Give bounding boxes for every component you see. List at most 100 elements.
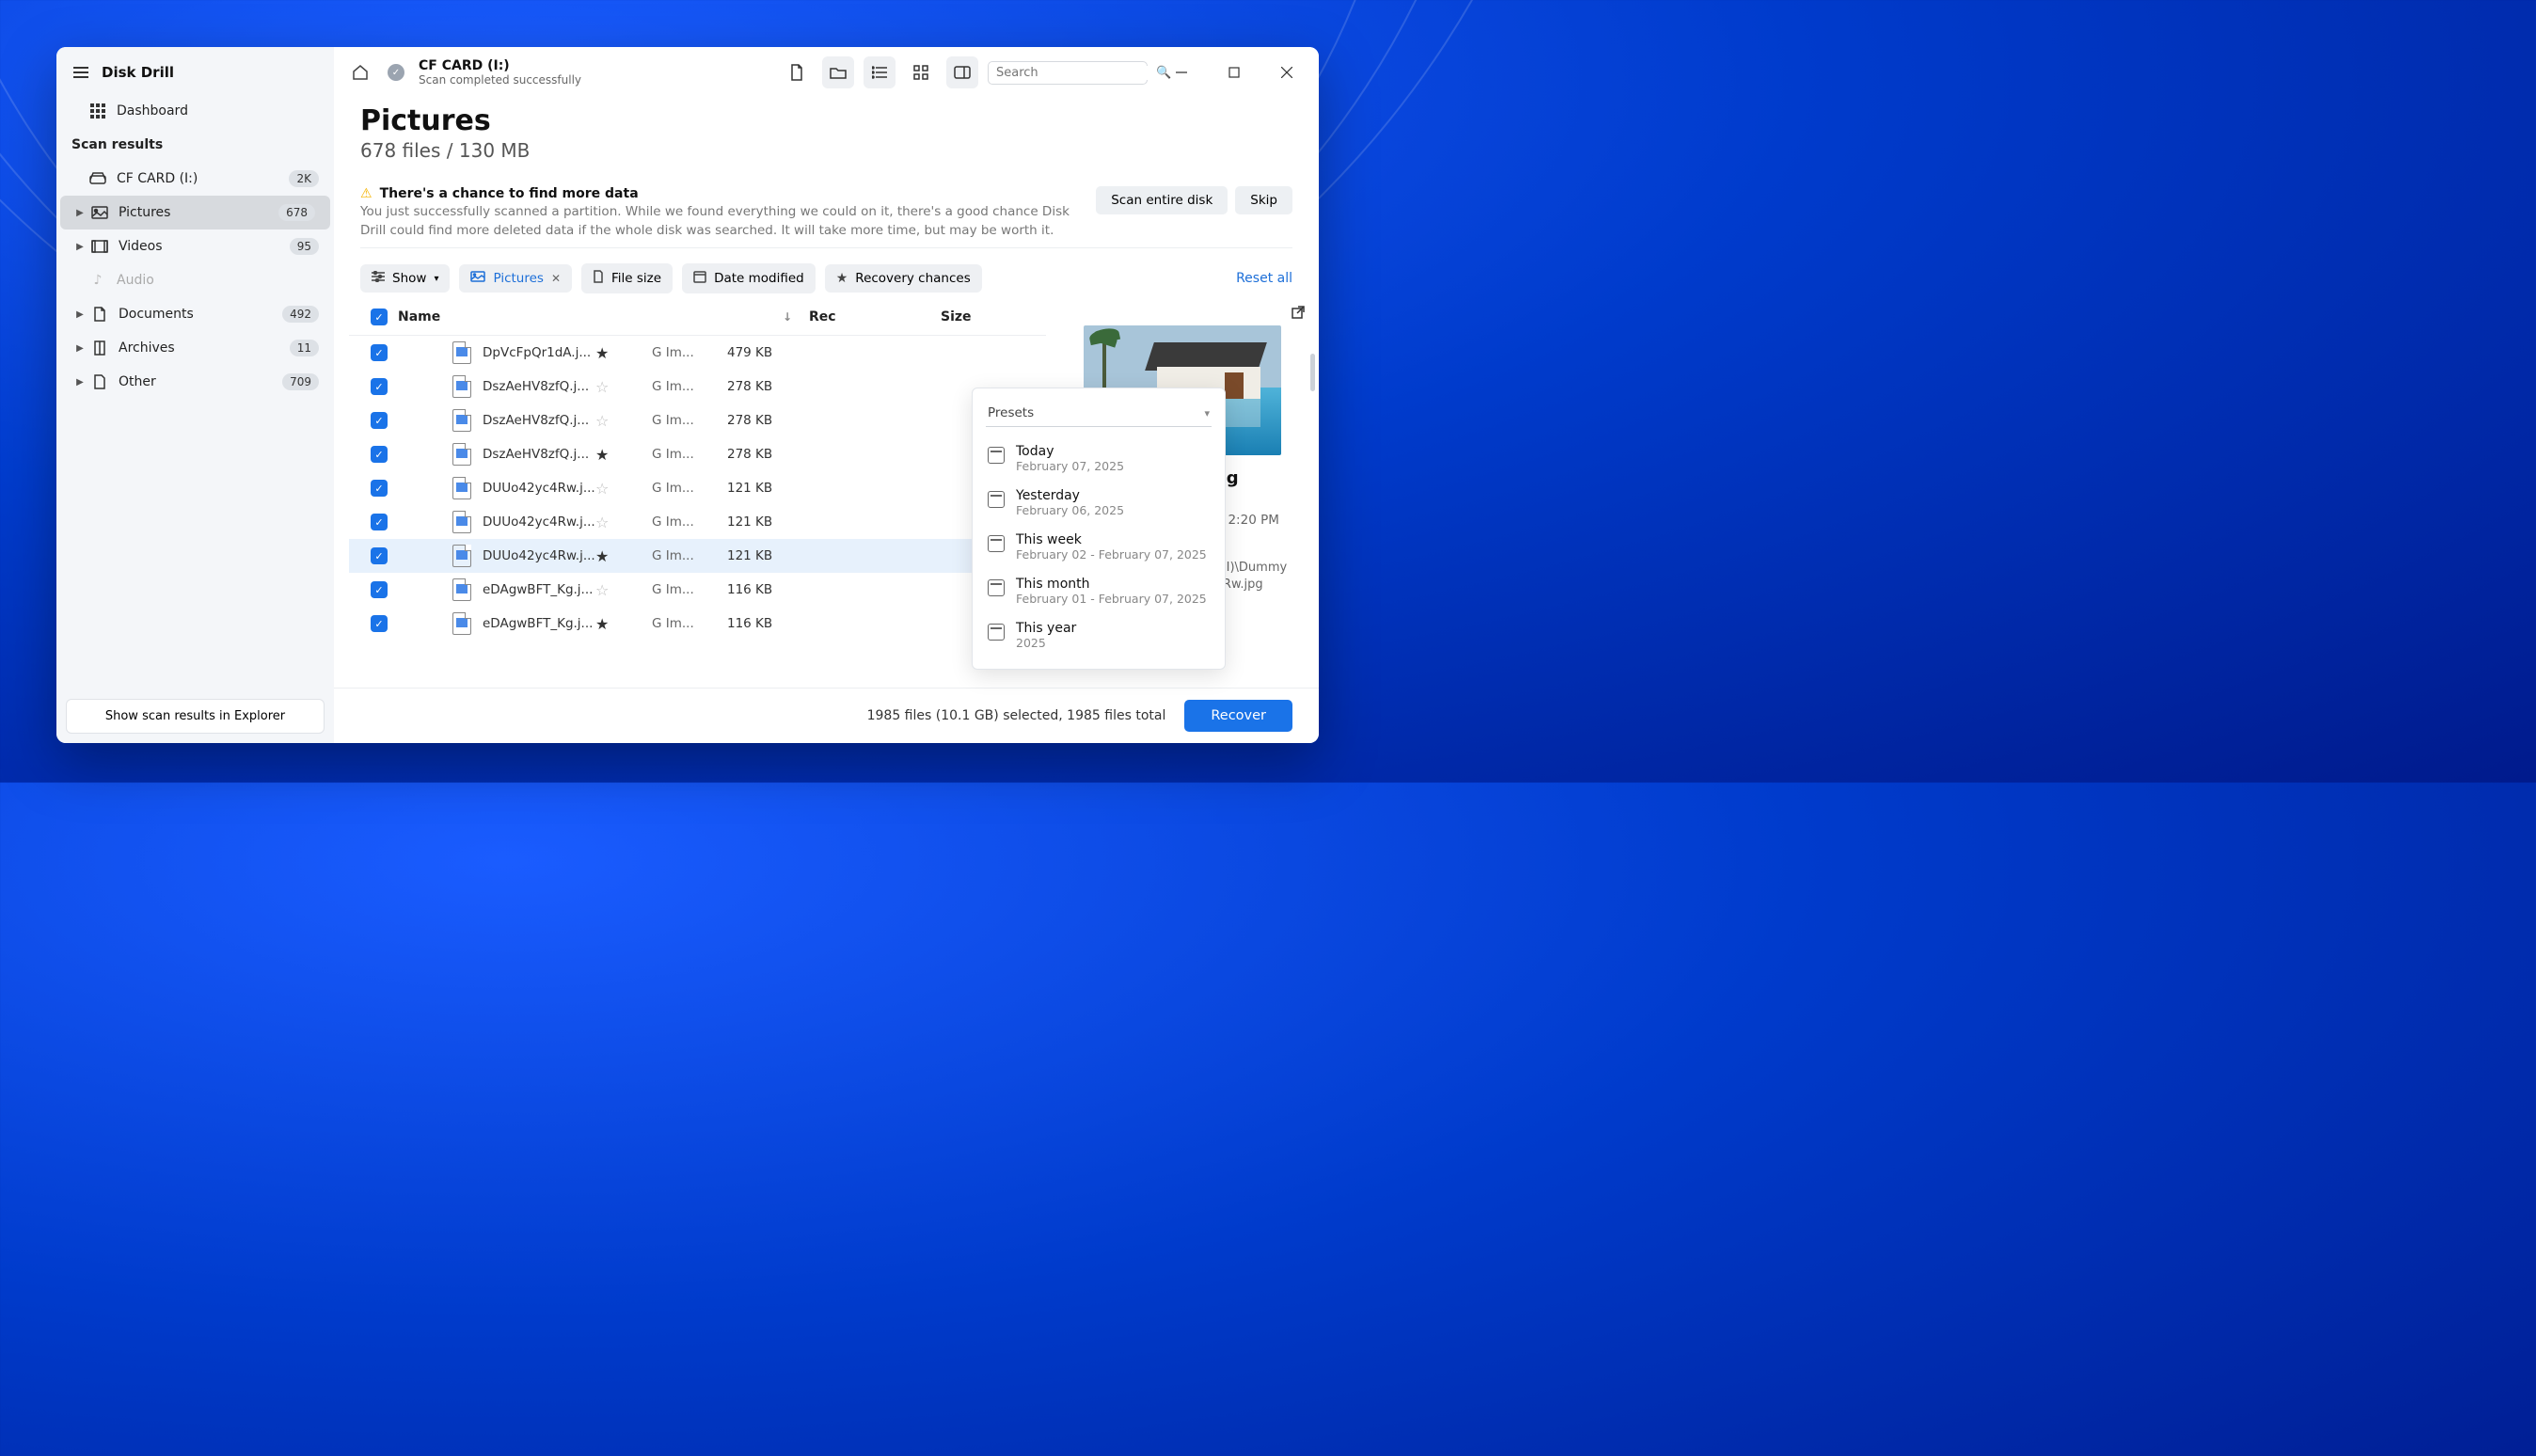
calendar-icon (988, 447, 1005, 464)
drive-name: CF CARD (I:) (419, 58, 581, 73)
row-checkbox[interactable]: ✓ (360, 446, 398, 463)
scan-entire-disk-button[interactable]: Scan entire disk (1096, 186, 1228, 214)
scan-status: Scan completed successfully (419, 73, 581, 87)
col-name[interactable]: Name (398, 309, 440, 324)
notice-body: You just successfully scanned a partitio… (360, 203, 1085, 240)
file-size: 116 KB (727, 616, 821, 631)
sidebar-item-archives[interactable]: ▶ Archives 11 (56, 331, 334, 365)
drive-icon (88, 169, 107, 188)
grid-icon (88, 102, 107, 120)
table-row[interactable]: ✓DUUo42yc4Rw.j...☆G Im...121 KB (349, 505, 1046, 539)
file-icon-button[interactable] (781, 56, 813, 88)
row-checkbox[interactable]: ✓ (360, 615, 398, 632)
chevron-down-icon: ▾ (434, 274, 438, 284)
document-icon (90, 305, 109, 324)
star-icon: ★ (595, 446, 652, 464)
file-name: DUUo42yc4Rw.j... (483, 481, 595, 496)
row-checkbox[interactable]: ✓ (360, 378, 398, 395)
archive-icon (90, 339, 109, 357)
file-type: G Im... (652, 345, 727, 360)
grid-view-button[interactable] (905, 56, 937, 88)
sidebar-item-pictures[interactable]: ▶ Pictures 678 (60, 196, 330, 229)
row-checkbox[interactable]: ✓ (360, 480, 398, 497)
open-external-icon[interactable] (1291, 305, 1306, 324)
maximize-button[interactable] (1215, 59, 1253, 86)
recovery-filter-chip[interactable]: ★ Recovery chances (825, 264, 982, 293)
hamburger-icon[interactable] (73, 67, 88, 78)
sort-arrow-icon[interactable]: ↓ (783, 310, 809, 324)
date-modified-filter-chip[interactable]: Date modified (682, 263, 816, 293)
file-name: eDAgwBFT_Kg.j... (483, 616, 595, 631)
folder-icon-button[interactable] (822, 56, 854, 88)
row-checkbox[interactable]: ✓ (360, 514, 398, 530)
warning-icon: ⚠ (360, 186, 372, 201)
sidebar-item-documents[interactable]: ▶ Documents 492 (56, 297, 334, 331)
preset-option[interactable]: This monthFebruary 01 - February 07, 202… (973, 569, 1225, 613)
row-checkbox[interactable]: ✓ (360, 412, 398, 429)
page-title: Pictures (360, 104, 1292, 137)
home-icon[interactable] (347, 59, 373, 86)
file-name: DszAeHV8zfQ.j... (483, 413, 595, 428)
table-row[interactable]: ✓DszAeHV8zfQ.j...☆G Im...278 KB (349, 370, 1046, 404)
page-subtitle: 678 files / 130 MB (360, 139, 1292, 162)
file-type-icon (452, 341, 471, 364)
chevron-right-icon: ▶ (75, 343, 85, 354)
col-size[interactable]: Size (941, 309, 1035, 324)
close-button[interactable] (1268, 59, 1306, 86)
sidebar-items: CF CARD (I:) 2K ▶ Pictures 678 ▶ Videos … (56, 160, 334, 689)
file-icon (593, 270, 604, 287)
calendar-icon (988, 535, 1005, 552)
panel-toggle-button[interactable] (946, 56, 978, 88)
table-row[interactable]: ✓eDAgwBFT_Kg.j...★G Im...116 KB (349, 607, 1046, 641)
file-type: G Im... (652, 481, 727, 496)
row-checkbox[interactable]: ✓ (360, 547, 398, 564)
file-type-icon (452, 443, 471, 466)
sidebar-item-drive[interactable]: CF CARD (I:) 2K (56, 162, 334, 196)
audio-icon: ♪ (88, 271, 107, 290)
list-view-button[interactable] (864, 56, 896, 88)
sidebar-item-other[interactable]: ▶ Other 709 (56, 365, 334, 399)
file-name: eDAgwBFT_Kg.j... (483, 582, 595, 597)
show-in-explorer-button[interactable]: Show scan results in Explorer (66, 699, 325, 734)
table-row[interactable]: ✓DszAeHV8zfQ.j...☆G Im...278 KB (349, 404, 1046, 437)
file-type-icon (452, 578, 471, 601)
skip-button[interactable]: Skip (1235, 186, 1292, 214)
file-size-filter-chip[interactable]: File size (581, 263, 673, 293)
sliders-icon (372, 271, 385, 286)
show-filter-chip[interactable]: Show ▾ (360, 264, 450, 293)
close-icon[interactable]: ✕ (551, 272, 561, 285)
scrollbar[interactable] (1310, 318, 1315, 544)
table-row[interactable]: ✓DUUo42yc4Rw.j...☆G Im...121 KB (349, 471, 1046, 505)
search-input[interactable] (996, 66, 1156, 80)
table-row[interactable]: ✓DszAeHV8zfQ.j...★G Im...278 KB (349, 437, 1046, 471)
chevron-right-icon: ▶ (75, 377, 85, 388)
app-window: Disk Drill Dashboard Scan results CF CAR… (56, 47, 1319, 743)
preset-option[interactable]: TodayFebruary 07, 2025 (973, 436, 1225, 481)
presets-select[interactable]: Presets ▾ (986, 400, 1212, 427)
pictures-filter-chip[interactable]: Pictures ✕ (459, 264, 572, 293)
sidebar-item-videos[interactable]: ▶ Videos 95 (56, 229, 334, 263)
file-type: G Im... (652, 447, 727, 462)
file-type-icon (452, 375, 471, 398)
row-checkbox[interactable]: ✓ (360, 344, 398, 361)
row-checkbox[interactable]: ✓ (360, 581, 398, 598)
sidebar-item-audio[interactable]: ♪ Audio (56, 263, 334, 297)
minimize-button[interactable] (1163, 59, 1200, 86)
preset-option[interactable]: This weekFebruary 02 - February 07, 2025 (973, 525, 1225, 569)
sidebar-dashboard[interactable]: Dashboard (56, 94, 334, 128)
chevron-right-icon: ▶ (75, 208, 85, 218)
table-row[interactable]: ✓eDAgwBFT_Kg.j...☆G Im...116 KB (349, 573, 1046, 607)
file-size: 278 KB (727, 413, 821, 428)
file-type-icon (452, 409, 471, 432)
table-row[interactable]: ✓DpVcFpQr1dA.j...★G Im...479 KB (349, 336, 1046, 370)
file-type: G Im... (652, 616, 727, 631)
reset-all-link[interactable]: Reset all (1236, 271, 1292, 286)
table-row[interactable]: ✓DUUo42yc4Rw.j...★G Im...121 KB (349, 539, 1046, 573)
dashboard-label: Dashboard (117, 103, 319, 119)
recover-button[interactable]: Recover (1184, 700, 1292, 732)
preset-option[interactable]: This year2025 (973, 613, 1225, 657)
col-rec[interactable]: Rec (809, 309, 865, 324)
select-all-checkbox[interactable]: ✓ (360, 309, 398, 325)
search-box[interactable]: 🔍 (988, 61, 1148, 85)
preset-option[interactable]: YesterdayFebruary 06, 2025 (973, 481, 1225, 525)
